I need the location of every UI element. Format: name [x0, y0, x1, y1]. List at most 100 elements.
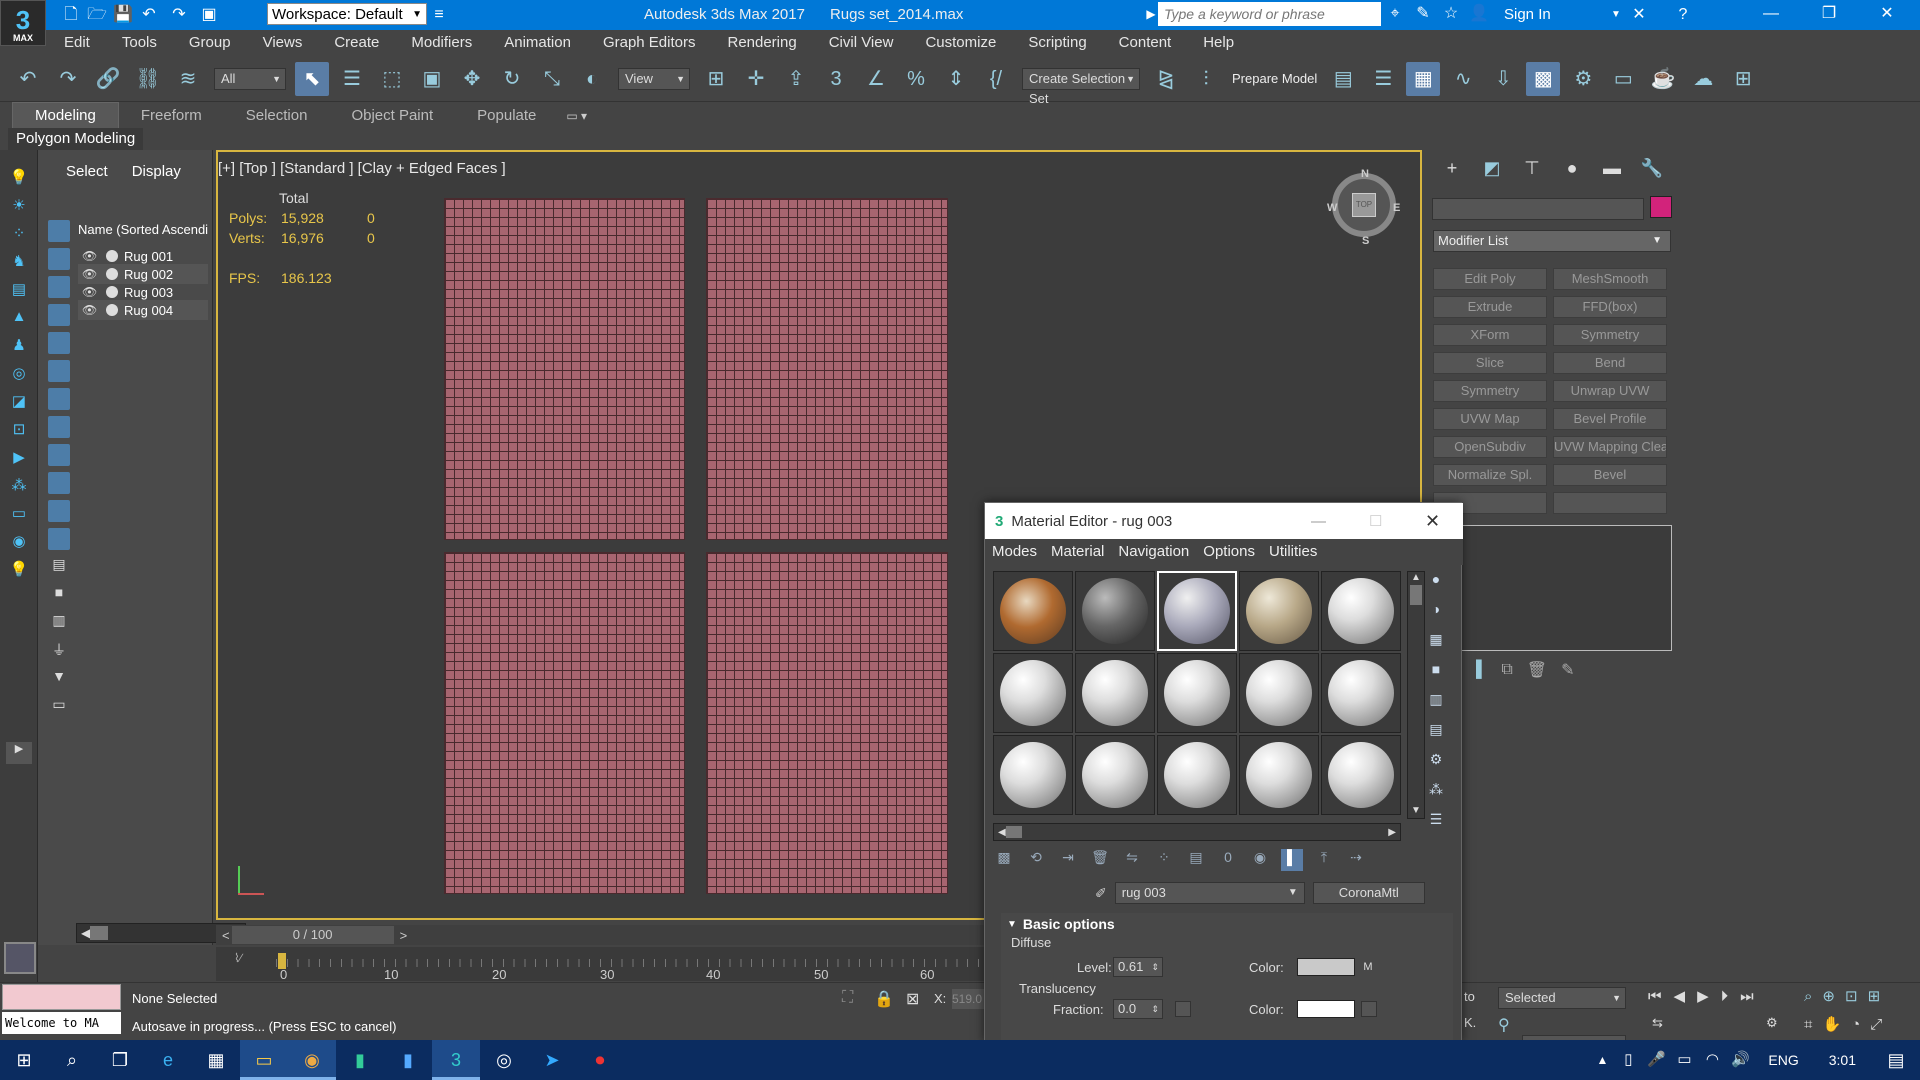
isolate-selection-icon[interactable]: ⛶: [842, 989, 853, 1007]
field-of-view-icon[interactable]: ⌗: [1804, 1016, 1812, 1033]
sample-slot[interactable]: [1157, 735, 1237, 815]
object-name-field[interactable]: [1432, 198, 1644, 220]
show-hidden-icons-icon[interactable]: ▲: [1590, 1040, 1614, 1080]
menu-utilities[interactable]: Utilities: [1262, 539, 1324, 565]
scroll-thumb[interactable]: [1410, 585, 1422, 605]
menu-views[interactable]: Views: [245, 30, 317, 56]
pivot-center-icon[interactable]: ⊞: [699, 62, 733, 96]
create-tab-icon[interactable]: +: [1432, 158, 1472, 179]
page-icon[interactable]: ▤: [48, 556, 70, 578]
chevron-down-icon[interactable]: ▼: [1605, 4, 1627, 26]
material-type-button[interactable]: CoronaMtl: [1312, 882, 1425, 904]
folder-icon[interactable]: ▭: [48, 696, 70, 718]
tab-object-paint[interactable]: Object Paint: [329, 103, 455, 129]
rug-mesh[interactable]: [444, 198, 685, 540]
undo-icon[interactable]: ↶: [138, 4, 160, 26]
toggle-ribbon-icon[interactable]: ▦: [1406, 61, 1441, 96]
sample-slot[interactable]: [1239, 735, 1319, 815]
percent-snap-icon[interactable]: %: [899, 62, 933, 96]
sample-slot[interactable]: [1075, 653, 1155, 733]
layer-explorer-icon[interactable]: ☰: [1366, 62, 1400, 96]
play-icon[interactable]: ▶: [1697, 987, 1709, 1005]
assign-material-icon[interactable]: ⇥: [1057, 849, 1079, 871]
go-to-end-icon[interactable]: ⏭: [1740, 988, 1754, 1005]
sample-slot-active[interactable]: [1157, 571, 1237, 651]
pick-material-icon[interactable]: ✐: [1095, 885, 1107, 902]
angle-snap-icon[interactable]: ∠: [859, 62, 893, 96]
viewcube[interactable]: TOP: [1332, 173, 1396, 237]
user-icon[interactable]: 👤: [1468, 3, 1490, 25]
spinner-icon[interactable]: ⇕: [1151, 958, 1159, 976]
sample-slot[interactable]: [1321, 735, 1401, 815]
filter-cameras-icon[interactable]: [48, 304, 70, 326]
filter-groups-icon[interactable]: [48, 388, 70, 410]
help-icon[interactable]: ?: [1672, 4, 1694, 26]
scroll-up-icon[interactable]: ▲: [1408, 572, 1424, 583]
list-icon[interactable]: ▤: [6, 280, 32, 302]
menu-civil-view[interactable]: Civil View: [811, 30, 908, 56]
align-icon[interactable]: ⫶: [1189, 62, 1223, 96]
maximize-button[interactable]: ☐: [1369, 512, 1382, 530]
pan-hand-icon[interactable]: ✋: [1822, 1015, 1841, 1033]
menu-navigation[interactable]: Navigation: [1111, 539, 1196, 565]
filter-xrefs-icon[interactable]: [48, 416, 70, 438]
link-icon[interactable]: 🔗: [91, 62, 125, 96]
dynamics-icon[interactable]: ▲: [6, 308, 32, 330]
clock[interactable]: 3:01: [1829, 1052, 1856, 1068]
expand-arrow-icon[interactable]: ▶: [6, 742, 32, 764]
scene-explorer-icon[interactable]: ▤: [1326, 62, 1360, 96]
filter-containers-icon[interactable]: [48, 472, 70, 494]
name-column-header[interactable]: Name (Sorted Ascendi: [78, 222, 208, 237]
keyboard-shortcut-override-icon[interactable]: ⇪: [779, 62, 813, 96]
eye-icon[interactable]: 👁: [82, 285, 100, 299]
material-map-navigator-icon[interactable]: ☰: [1425, 811, 1447, 833]
extrude-button[interactable]: Extrude: [1433, 296, 1547, 318]
tab-populate[interactable]: Populate: [455, 103, 558, 129]
binoculars-icon[interactable]: ⌖: [1384, 3, 1406, 25]
select-by-material-icon[interactable]: ⁂: [1425, 781, 1447, 803]
render-in-cloud-icon[interactable]: ☁: [1686, 62, 1720, 96]
doc-icon[interactable]: ▥: [48, 612, 70, 634]
photoshop-icon[interactable]: ▮: [384, 1040, 432, 1080]
ffd-box-button[interactable]: FFD(box): [1553, 296, 1667, 318]
scroll-right-icon[interactable]: ▶: [1388, 827, 1396, 838]
edit-named-selection-icon[interactable]: {/: [979, 62, 1013, 96]
menu-material[interactable]: Material: [1044, 539, 1111, 565]
app-icon[interactable]: ▮: [336, 1040, 384, 1080]
menu-group[interactable]: Group: [171, 30, 245, 56]
zoom-extents-all-icon[interactable]: ⊞: [1868, 987, 1881, 1005]
render-setup-icon[interactable]: ⚙: [1566, 62, 1600, 96]
remove-modifier-icon[interactable]: 🗑: [1527, 660, 1547, 680]
motion-tab-icon[interactable]: ●: [1552, 158, 1592, 179]
selection-filter-dropdown[interactable]: All ▼: [214, 67, 286, 90]
show-shaded-material-icon[interactable]: ◉: [1249, 849, 1271, 871]
sample-slot[interactable]: [1157, 653, 1237, 733]
maximize-viewport-icon[interactable]: ⤢: [1870, 1016, 1882, 1033]
usb-icon[interactable]: ▯: [1614, 1040, 1642, 1080]
render-production-icon[interactable]: ☕: [1646, 62, 1680, 96]
menu-modes[interactable]: Modes: [985, 539, 1044, 565]
rendered-frame-window-icon[interactable]: ▭: [1606, 62, 1640, 96]
output-icon[interactable]: ▶: [6, 448, 32, 470]
snaps-toggle-icon[interactable]: 3: [819, 62, 853, 96]
spinner-icon[interactable]: ⇕: [1151, 1000, 1159, 1018]
filter-frozen-icon[interactable]: [48, 500, 70, 522]
ribbon-options-icon[interactable]: ▭ ▾: [566, 109, 587, 123]
app-eye-icon[interactable]: ◎: [480, 1040, 528, 1080]
scroll-down-icon[interactable]: ▼: [1408, 805, 1424, 816]
get-material-icon[interactable]: ▩: [993, 849, 1015, 871]
eye-icon[interactable]: ◉: [6, 532, 32, 554]
eye-icon[interactable]: 👁: [82, 249, 100, 263]
brush-icon[interactable]: ♟: [6, 336, 32, 358]
sample-slot[interactable]: [1239, 571, 1319, 651]
align-icon[interactable]: ⊡: [6, 420, 32, 442]
file-explorer-icon[interactable]: ▭: [240, 1040, 288, 1080]
tab-select[interactable]: Select: [54, 150, 120, 194]
redo-icon[interactable]: ↷: [168, 4, 190, 26]
3ds-max-taskbar-icon[interactable]: 3: [432, 1040, 480, 1080]
configure-modifier-sets-icon[interactable]: ✎: [1561, 660, 1574, 680]
filter-spacewarps-icon[interactable]: [48, 360, 70, 382]
wifi-icon[interactable]: ◠: [1698, 1040, 1726, 1080]
polygon-modeling-panel[interactable]: Polygon Modeling: [8, 128, 144, 150]
funnel-icon[interactable]: ⏚: [48, 640, 70, 662]
